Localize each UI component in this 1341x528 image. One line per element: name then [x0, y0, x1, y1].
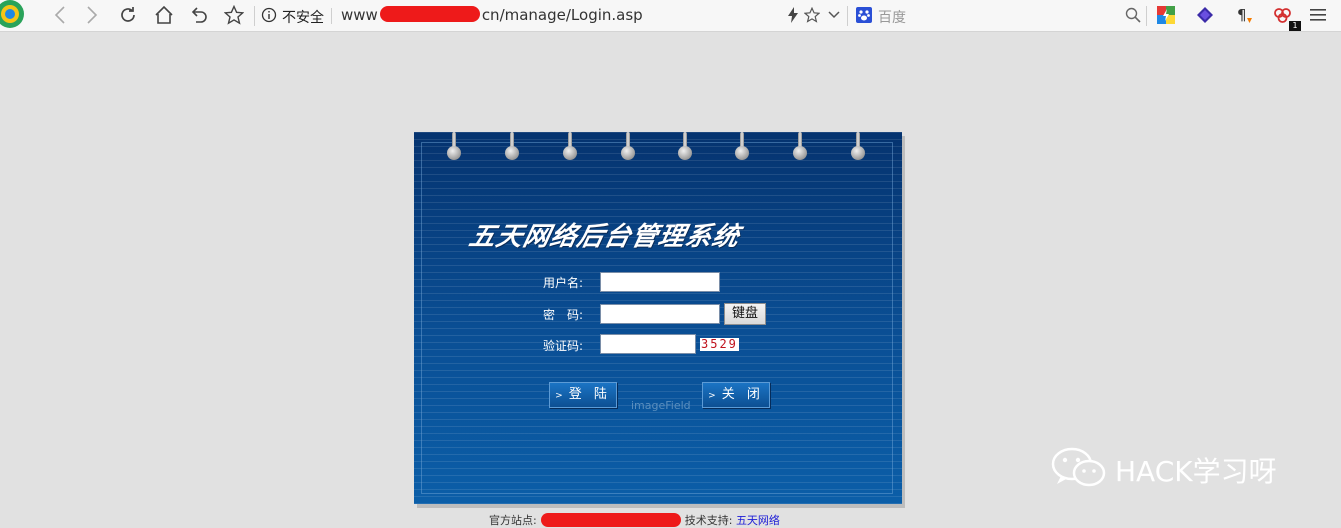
chevron-down-icon[interactable]: [827, 4, 841, 26]
extension-diamond-icon[interactable]: [1195, 4, 1215, 26]
search-icon[interactable]: [1124, 4, 1142, 26]
captcha-image[interactable]: 3529: [700, 338, 739, 351]
login-button-label: 登 陆: [568, 387, 611, 402]
search-separator: [847, 6, 848, 26]
login-panel: 五天网络后台管理系统 用户名: 密 码: 键盘 验证码: 3529 > 登 陆 i…: [414, 132, 902, 504]
svg-text:¶: ¶: [1237, 6, 1247, 24]
official-site-label: 官方站点:: [489, 514, 537, 527]
close-button[interactable]: > 关 闭: [702, 382, 770, 408]
arrow-right-icon: >: [555, 391, 563, 401]
address-bar[interactable]: www cn/manage/Login.asp: [341, 6, 643, 24]
address-separator: [331, 8, 332, 24]
binder-ring-icon: [851, 132, 865, 162]
binder-ring-icon: [563, 132, 577, 162]
username-label: 用户名:: [543, 276, 584, 290]
baidu-paw-icon[interactable]: [856, 4, 872, 26]
tech-support-link[interactable]: 五天网络: [736, 514, 780, 527]
favorite-star-icon[interactable]: [803, 4, 821, 26]
close-button-label: 关 闭: [721, 387, 764, 402]
url-path: cn/manage/Login.asp: [481, 6, 643, 24]
binder-ring-icon: [793, 132, 807, 162]
binder-ring-icon: [505, 132, 519, 162]
extension-paragraph-icon[interactable]: ¶: [1234, 4, 1254, 26]
password-field[interactable]: [600, 304, 720, 324]
hamburger-menu-icon[interactable]: [1308, 4, 1328, 26]
password-label: 密 码:: [543, 308, 584, 322]
security-status[interactable]: 不安全: [282, 7, 324, 27]
browser-logo-icon[interactable]: [0, 0, 34, 30]
browser-toolbar: 不安全 www cn/manage/Login.asp 百度 ¶ 1: [0, 0, 1341, 32]
tech-support-label: 技术支持:: [684, 514, 733, 527]
captcha-field[interactable]: [600, 334, 696, 354]
forward-icon[interactable]: [80, 4, 104, 26]
url-prefix: www: [341, 6, 378, 24]
back-icon[interactable]: [48, 4, 72, 26]
binder-ring-icon: [678, 132, 692, 162]
reload-icon[interactable]: [116, 4, 140, 26]
login-button[interactable]: > 登 陆: [549, 382, 617, 408]
wechat-icon: [1051, 446, 1107, 490]
home-icon[interactable]: [152, 4, 176, 26]
arrow-right-icon: >: [708, 391, 716, 401]
extension-separator: [1146, 6, 1147, 26]
watermark-text: HACK学习呀: [1115, 455, 1277, 488]
extension-badge: 1: [1289, 21, 1301, 31]
search-input[interactable]: 百度: [878, 7, 906, 27]
official-site-redaction: [540, 513, 681, 527]
toolbar-separator: [254, 6, 255, 26]
keyboard-button[interactable]: 键盘: [724, 303, 766, 325]
undo-icon[interactable]: [187, 4, 211, 26]
bookmark-star-icon[interactable]: [222, 4, 246, 26]
info-icon[interactable]: [261, 4, 277, 26]
binder-ring-icon: [621, 132, 635, 162]
binder-ring-icon: [447, 132, 461, 162]
binder-ring-icon: [735, 132, 749, 162]
extension-colorful-icon[interactable]: [1156, 4, 1176, 26]
footer: 官方站点: 技术支持: 五天网络: [489, 512, 780, 528]
system-title: 五天网络后台管理系统: [466, 222, 743, 252]
captcha-label: 验证码:: [543, 339, 584, 353]
username-field[interactable]: [600, 272, 720, 292]
image-field-alt-text: imageField: [631, 399, 691, 412]
url-redaction: [379, 6, 480, 22]
flash-icon[interactable]: [786, 4, 800, 26]
